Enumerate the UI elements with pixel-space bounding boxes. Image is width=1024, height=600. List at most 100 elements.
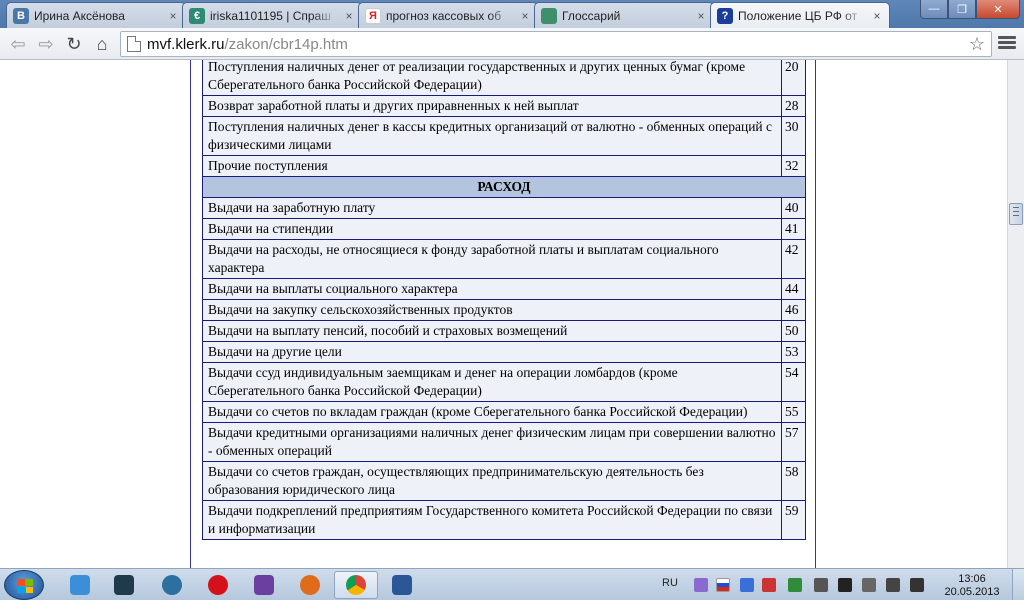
row-code: 58 — [781, 461, 806, 501]
tray-monitor-icon[interactable] — [740, 578, 754, 592]
star-icon: ☆ — [968, 34, 985, 54]
taskbar-app-button[interactable] — [150, 571, 194, 599]
row-label: Выдачи на выплату пенсий, пособий и стра… — [202, 320, 782, 342]
tray-network-icon[interactable] — [788, 578, 802, 592]
tab-title: Глоссарий — [562, 8, 621, 23]
section-header-row: РАСХОД — [202, 176, 806, 198]
chrome-icon — [346, 575, 366, 595]
section-title: РАСХОД — [202, 176, 806, 198]
close-tab-icon[interactable]: × — [167, 9, 179, 23]
row-label: Выдачи на другие цели — [202, 341, 782, 363]
table-row: Выдачи на заработную плату 40 — [202, 197, 806, 219]
tab-title: Ирина Аксёнова — [34, 8, 125, 23]
table-row: Выдачи кредитными организациями наличных… — [202, 422, 806, 462]
tray-app-icon[interactable] — [694, 578, 708, 592]
network-icon[interactable] — [886, 578, 900, 592]
arrow-left-icon: ⇦ — [10, 33, 26, 54]
row-code: 46 — [781, 299, 806, 321]
row-label: Выдачи кредитными организациями наличных… — [202, 422, 782, 462]
home-button[interactable]: ⌂ — [90, 32, 114, 56]
bookmark-star-button[interactable]: ☆ — [969, 34, 985, 55]
table-row: Выдачи со счетов граждан, осуществляющих… — [202, 461, 806, 501]
tab-strip: В Ирина Аксёнова × € iriska1101195 | Спраш × Я… — [0, 0, 1024, 28]
table-row: Возврат заработной платы и других прирав… — [202, 95, 806, 117]
close-tab-icon[interactable]: × — [519, 9, 531, 23]
row-code: 40 — [781, 197, 806, 219]
visual-studio-icon — [254, 575, 274, 595]
table-row: Прочие поступления 32 — [202, 155, 806, 177]
yandex-icon: Я — [365, 7, 381, 24]
ie-icon — [70, 575, 90, 595]
taskbar-app-button[interactable] — [196, 571, 240, 599]
row-code: 42 — [781, 239, 806, 279]
close-tab-icon[interactable]: × — [343, 9, 355, 23]
vertical-scrollbar[interactable] — [1007, 60, 1024, 568]
taskbar-app-button[interactable] — [288, 571, 332, 599]
url-host: mvf.klerk.ru — [147, 35, 225, 53]
taskbar: RU 13:06 20.05.2013 — [0, 568, 1024, 600]
page-icon — [127, 36, 141, 52]
browser-tab[interactable]: € iriska1101195 | Спраш × — [182, 2, 362, 28]
system-clock[interactable]: 13:06 20.05.2013 — [940, 573, 1004, 599]
minimize-button[interactable]: — — [920, 0, 948, 19]
browser-tab[interactable]: Глоссарий × — [534, 2, 714, 28]
taskbar-app-button[interactable] — [102, 571, 146, 599]
show-desktop-button[interactable] — [1012, 569, 1024, 600]
close-tab-icon[interactable]: × — [695, 9, 707, 23]
help-icon: ? — [717, 7, 733, 24]
row-label: Поступления наличных денег в кассы креди… — [202, 116, 782, 156]
row-label: Выдачи на закупку сельскохозяйственных п… — [202, 299, 782, 321]
row-code: 53 — [781, 341, 806, 363]
reload-button[interactable]: ↻ — [62, 32, 86, 56]
row-label: Выдачи на стипендии — [202, 218, 782, 240]
row-label: Выдачи со счетов по вкладам граждан (кро… — [202, 401, 782, 423]
media-player-icon — [162, 575, 182, 595]
browser-tab[interactable]: Япрогноз кассовых об × — [358, 2, 538, 28]
row-label: Поступления наличных денег от реализации… — [202, 60, 782, 96]
row-code: 20 — [781, 60, 806, 96]
row-code: 44 — [781, 278, 806, 300]
tab-title: iriska1101195 | Спраш — [210, 8, 331, 23]
tab-title: Положение ЦБ РФ от — [738, 8, 858, 23]
windows-logo-icon — [17, 579, 33, 593]
language-indicator[interactable]: RU — [662, 577, 678, 589]
taskbar-app-button[interactable] — [334, 571, 378, 599]
table-row: Выдачи подкреплений предприятиям Государ… — [202, 500, 806, 540]
volume-icon[interactable] — [910, 578, 924, 592]
opera-icon — [208, 575, 228, 595]
clock-time: 13:06 — [958, 573, 986, 585]
close-window-button[interactable]: ✕ — [976, 0, 1020, 19]
browser-tab[interactable]: В Ирина Аксёнова × — [6, 2, 186, 28]
start-button[interactable] — [4, 570, 44, 600]
taskbar-app-button[interactable] — [380, 571, 424, 599]
table-row: Выдачи ссуд индивидуальным заемщикам и д… — [202, 362, 806, 402]
firefox-icon — [300, 575, 320, 595]
row-code: 55 — [781, 401, 806, 423]
table-row: Выдачи со счетов по вкладам граждан (кро… — [202, 401, 806, 423]
chrome-menu-button[interactable] — [998, 34, 1016, 52]
row-label: Выдачи ссуд индивидуальным заемщикам и д… — [202, 362, 782, 402]
taskbar-app-button[interactable] — [58, 571, 102, 599]
maximize-button[interactable]: ❐ — [948, 0, 976, 19]
forward-button[interactable]: ⇨ — [34, 32, 58, 56]
browser-tab[interactable]: ? Положение ЦБ РФ от × — [710, 2, 890, 28]
url-path: /zakon/cbr14p.htm — [224, 35, 348, 53]
tray-keyboard-icon[interactable] — [814, 578, 828, 592]
close-tab-icon[interactable]: × — [871, 9, 883, 23]
cash-operations-table: Поступления наличных денег от реализации… — [202, 60, 806, 540]
table-row: Поступления наличных денег от реализации… — [202, 60, 806, 96]
address-bar[interactable]: mvf.klerk.ru/zakon/cbr14p.htm ☆ — [120, 31, 992, 57]
scrollbar-thumb[interactable] — [1009, 203, 1023, 225]
tray-alert-icon[interactable] — [762, 578, 776, 592]
row-label: Выдачи на выплаты социального характера — [202, 278, 782, 300]
table-row: Выдачи на закупку сельскохозяйственных п… — [202, 299, 806, 321]
battery-icon[interactable] — [862, 578, 876, 592]
taskbar-app-button[interactable] — [242, 571, 286, 599]
back-button[interactable]: ⇦ — [6, 32, 30, 56]
table-row: Поступления наличных денег в кассы креди… — [202, 116, 806, 156]
action-center-flag-icon[interactable] — [838, 578, 852, 592]
table-row: Выдачи на другие цели 53 — [202, 341, 806, 363]
row-code: 59 — [781, 500, 806, 540]
page-content: Поступления наличных денег от реализации… — [0, 60, 1007, 568]
russian-flag-icon[interactable] — [716, 578, 730, 592]
